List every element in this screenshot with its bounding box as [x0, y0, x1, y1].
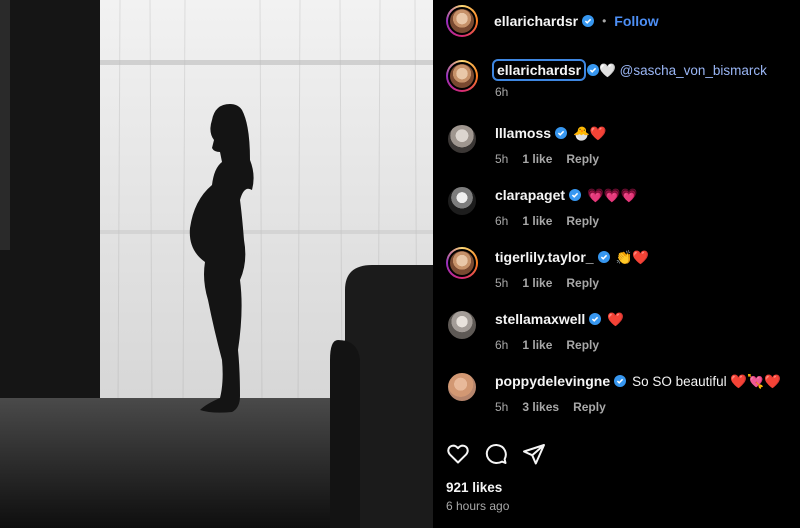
comment-row: clarapaget 💗💗💗 6h 1 like Reply: [446, 185, 796, 228]
comment-time[interactable]: 6h: [495, 338, 508, 352]
commenter-avatar[interactable]: [446, 185, 478, 217]
comment-time[interactable]: 5h: [495, 276, 508, 290]
verified-badge-icon: [587, 64, 600, 76]
caption-time[interactable]: 6h: [495, 85, 508, 99]
heart-icon[interactable]: [446, 442, 470, 466]
comment-icon[interactable]: [484, 442, 508, 466]
reply-button[interactable]: Reply: [573, 400, 606, 414]
author-username[interactable]: ellarichardsr: [494, 13, 578, 29]
verified-badge-icon: [555, 127, 568, 139]
verified-badge-icon: [582, 15, 595, 27]
post-timestamp: 6 hours ago: [446, 499, 510, 513]
reply-button[interactable]: Reply: [566, 214, 599, 228]
comment-time[interactable]: 5h: [495, 152, 508, 166]
separator-dot: •: [602, 14, 607, 28]
paper-plane-icon[interactable]: [522, 442, 546, 466]
commenter-username[interactable]: clarapaget: [495, 187, 565, 203]
comment-row: poppydelevingne So SO beautiful ❤️💘❤️ 5h 3…: [446, 371, 796, 414]
comment-likes[interactable]: 1 like: [522, 338, 552, 352]
caption-row: ellarichardsr 🤍 @sascha_von_bismarck 6h: [446, 59, 796, 99]
author-avatar[interactable]: [446, 5, 478, 37]
commenter-username[interactable]: tigerlily.taylor_: [495, 249, 594, 265]
commenter-avatar[interactable]: [446, 123, 478, 155]
caption-mention-link[interactable]: @sascha_von_bismarck: [620, 63, 767, 78]
commenter-username[interactable]: poppydelevingne: [495, 373, 610, 389]
post-actions-bar: [446, 440, 560, 468]
comment-row: tigerlily.taylor_ 👏❤️ 5h 1 like Reply: [446, 247, 796, 290]
comment-row: stellamaxwell ❤️ 6h 1 like Reply: [446, 309, 796, 352]
commenter-avatar[interactable]: [446, 247, 478, 279]
caption-avatar[interactable]: [446, 60, 478, 92]
reply-button[interactable]: Reply: [566, 276, 599, 290]
reply-button[interactable]: Reply: [566, 152, 599, 166]
comment-time[interactable]: 6h: [495, 214, 508, 228]
commenter-username[interactable]: stellamaxwell: [495, 311, 585, 327]
comment-likes[interactable]: 3 likes: [522, 400, 559, 414]
post-header: ellarichardsr • Follow: [446, 2, 800, 40]
comment-time[interactable]: 5h: [495, 400, 508, 414]
verified-badge-icon: [589, 313, 602, 325]
comment-text: 🐣❤️: [573, 126, 607, 141]
silhouette-photo: [0, 0, 433, 528]
comment-text: So SO beautiful ❤️💘❤️: [632, 374, 781, 389]
commenter-avatar[interactable]: [446, 371, 478, 403]
comment-text: 👏❤️: [615, 250, 650, 265]
reply-button[interactable]: Reply: [566, 338, 599, 352]
verified-badge-icon: [614, 375, 627, 387]
follow-button[interactable]: Follow: [614, 13, 658, 29]
comment-row: lllamoss 🐣❤️ 5h 1 like Reply: [446, 123, 796, 166]
comment-likes[interactable]: 1 like: [522, 276, 552, 290]
post-detail-panel: ellarichardsr • Follow ellarichardsr 🤍 @s…: [433, 0, 800, 528]
verified-badge-icon: [597, 251, 610, 263]
commenter-avatar[interactable]: [446, 309, 478, 341]
comment-text: 💗💗💗: [587, 188, 638, 203]
comment-text: ❤️: [607, 312, 625, 327]
likes-count[interactable]: 921 likes: [446, 480, 502, 495]
caption-username[interactable]: ellarichardsr: [491, 59, 587, 81]
commenter-username[interactable]: lllamoss: [495, 125, 551, 141]
comment-likes[interactable]: 1 like: [522, 152, 552, 166]
caption-emoji: 🤍: [599, 63, 616, 78]
post-photo[interactable]: [0, 0, 433, 528]
comment-likes[interactable]: 1 like: [522, 214, 552, 228]
verified-badge-icon: [569, 189, 582, 201]
